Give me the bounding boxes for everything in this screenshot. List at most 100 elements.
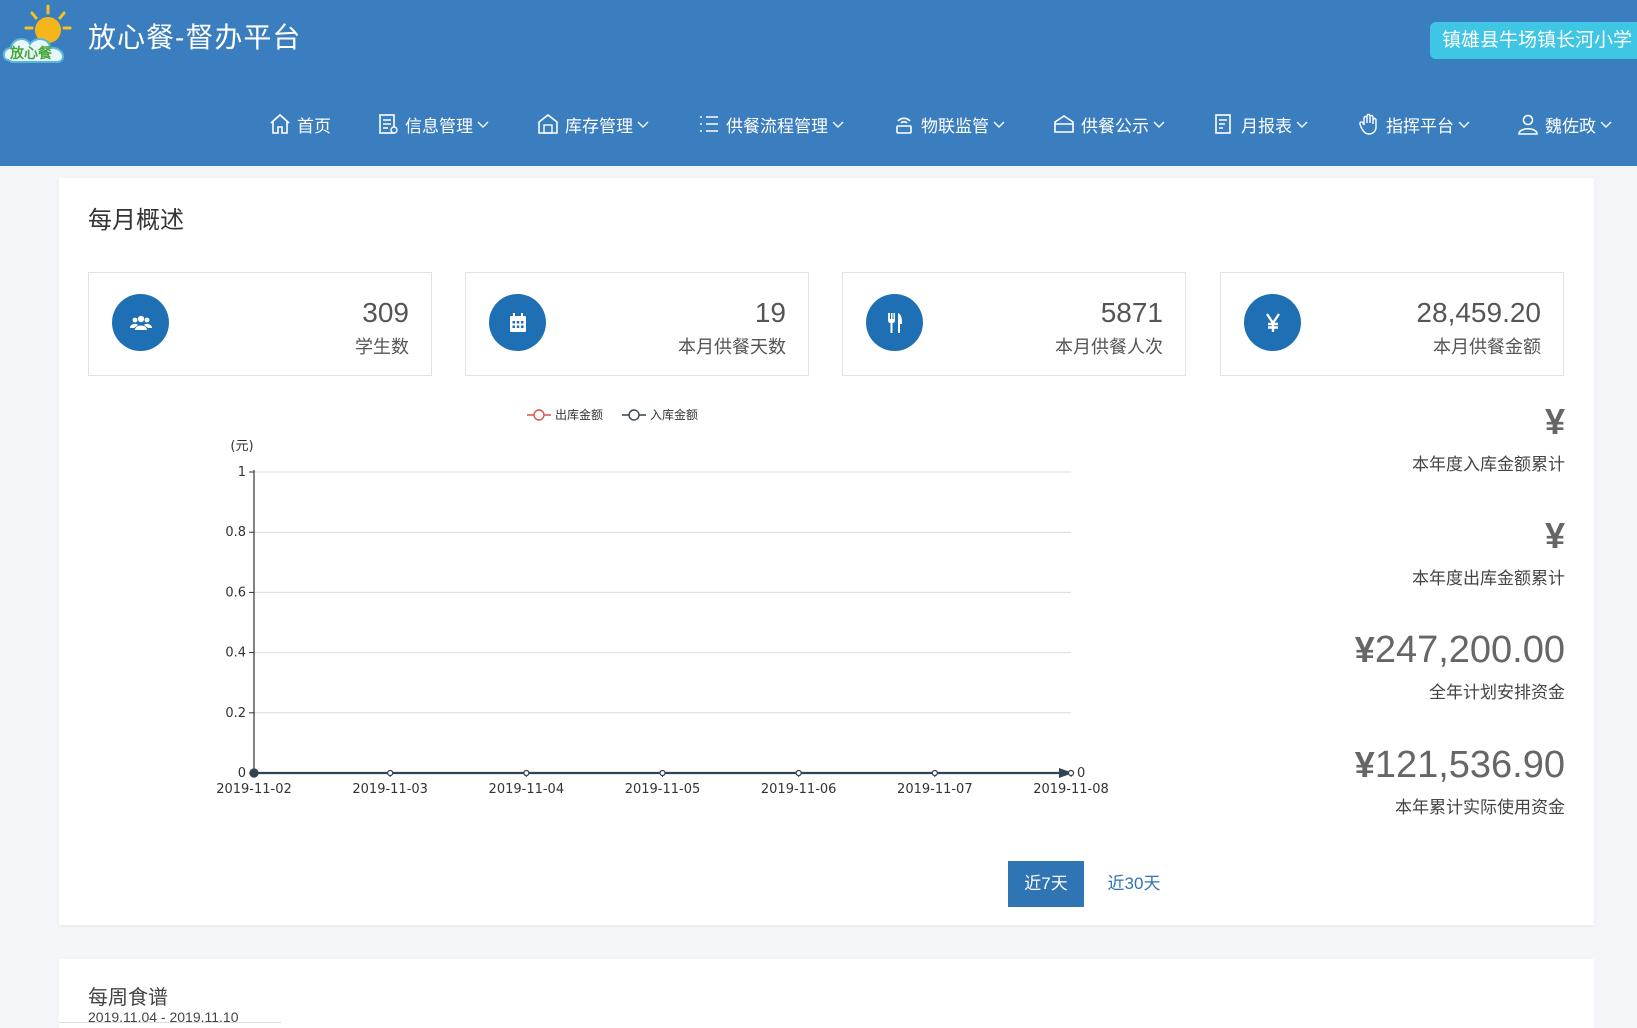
yen-icon: ¥ <box>1354 629 1375 670</box>
nav-label: 月报表 <box>1241 116 1292 136</box>
nav-item-meal-notice[interactable]: 供餐公示 <box>1052 108 1165 140</box>
yen-icon: ¥ <box>1354 744 1375 785</box>
logo-text: 放心餐 <box>9 45 53 62</box>
legend-label: 出库金额 <box>555 407 603 422</box>
users-icon <box>112 294 169 351</box>
nav-item-home[interactable]: 首页 <box>268 108 331 140</box>
nav-label: 库存管理 <box>565 116 633 136</box>
stat-value: 309 <box>362 297 409 328</box>
card-title: 每周食谱 <box>88 987 168 1009</box>
inventory-amount-line-chart: 出库金额 入库金额 (元) 0 0.2 0.4 0.6 0.8 1 2019-11-02 20… <box>216 407 1109 797</box>
chevron-down-icon <box>993 121 1005 128</box>
report-icon <box>1215 114 1231 134</box>
x-tick-label: 2019-11-08 <box>1033 782 1109 797</box>
range-7-days-button[interactable]: 近7天 <box>1008 861 1084 907</box>
nav-item-command-platform[interactable]: 指挥平台 <box>1357 108 1470 140</box>
x-tick-label: 2019-11-02 <box>216 782 292 797</box>
nav-label: 魏佐政 <box>1545 116 1596 136</box>
summary-label: 本年度入库金额累计 <box>1412 455 1565 474</box>
fork-knife-icon <box>866 294 923 351</box>
data-point <box>1067 769 1075 777</box>
yen-icon: ¥ <box>1544 515 1565 556</box>
calendar-icon <box>489 294 546 351</box>
y-tick-label: 0.2 <box>225 706 246 721</box>
summary-yearly-inbound: ¥ 本年度入库金额累计 <box>1412 400 1565 475</box>
app-title: 放心餐-督办平台 <box>88 22 302 53</box>
range-30-days-button[interactable]: 近30天 <box>1099 861 1169 907</box>
data-point <box>659 769 666 777</box>
notice-board-icon <box>1054 115 1074 133</box>
data-point <box>387 769 394 777</box>
data-point <box>249 768 259 778</box>
monthly-overview-card: 每月概述 309 学生数 19 本月供餐天数 5871 本月供餐人次 28,45… <box>59 178 1594 925</box>
legend-item-inbound[interactable]: 入库金额 <box>622 407 698 422</box>
hand-icon <box>1359 113 1377 135</box>
summary-amount: 121,536.90 <box>1374 744 1565 786</box>
top-header: 放心餐 放心餐-督办平台 镇雄县牛场镇长河小学 首页 信息管理 库存管理 供餐流… <box>0 0 1637 166</box>
summary-yearly-outbound: ¥ 本年度出库金额累计 <box>1412 514 1565 589</box>
y-tick-label: 0.6 <box>225 585 246 600</box>
nav-label: 信息管理 <box>405 116 473 136</box>
summary-label: 本年累计实际使用资金 <box>1395 798 1565 817</box>
card-title: 每月概述 <box>88 207 184 234</box>
nav-label: 指挥平台 <box>1386 116 1454 136</box>
stat-label: 本月供餐人次 <box>1055 337 1163 357</box>
document-list-icon <box>379 114 398 134</box>
chevron-down-icon <box>637 121 649 128</box>
chart-legend[interactable]: 出库金额 入库金额 <box>527 407 698 422</box>
x-tick-label: 2019-11-07 <box>897 782 973 797</box>
app-logo[interactable]: 放心餐 <box>2 4 76 74</box>
nav-item-inventory[interactable]: 库存管理 <box>536 108 649 140</box>
y-axis-unit: (元) <box>230 439 253 454</box>
y-tick-label: 0.8 <box>225 525 246 540</box>
nav-item-info-management[interactable]: 信息管理 <box>376 108 489 140</box>
nav-label: 供餐公示 <box>1081 116 1149 136</box>
chevron-down-icon <box>1296 121 1308 128</box>
stat-card-meal-days: 19 本月供餐天数 <box>465 272 809 376</box>
yen-icon: ¥ <box>1544 401 1565 442</box>
stat-label: 本月供餐天数 <box>678 337 786 357</box>
legend-label: 入库金额 <box>650 407 698 422</box>
summary-planned-funds: ¥247,200.00 全年计划安排资金 <box>1355 628 1565 703</box>
legend-item-outbound[interactable]: 出库金额 <box>527 407 603 422</box>
school-badge[interactable]: 镇雄县牛场镇长河小学 <box>1430 22 1637 59</box>
summary-actual-funds: ¥121,536.90 本年累计实际使用资金 <box>1355 743 1565 818</box>
chevron-down-icon <box>832 121 844 128</box>
data-point <box>523 769 530 777</box>
x-tick-label: 2019-11-04 <box>489 782 565 797</box>
x-tick-label: 2019-11-03 <box>352 782 428 797</box>
weekly-menu-card: 每周食谱 2019.11.04 - 2019.11.10 <box>59 959 1594 1028</box>
summary-label: 全年计划安排资金 <box>1429 683 1565 702</box>
y-tick-label: 0 <box>238 766 246 781</box>
stat-label: 本月供餐金额 <box>1433 337 1541 357</box>
stat-card-meal-amount: 28,459.20 本月供餐金额 <box>1220 272 1564 376</box>
nav-item-meal-process[interactable]: 供餐流程管理 <box>697 108 844 140</box>
stat-value: 19 <box>754 297 786 328</box>
stat-label: 学生数 <box>355 337 409 357</box>
nav-label: 物联监管 <box>921 116 989 136</box>
summary-label: 本年度出库金额累计 <box>1412 569 1565 588</box>
nav-item-user[interactable]: 魏佐政 <box>1516 108 1612 140</box>
nav-label: 供餐流程管理 <box>726 116 828 136</box>
chevron-down-icon <box>1600 121 1612 128</box>
stat-card-students: 309 学生数 <box>88 272 432 376</box>
summary-amount: 247,200.00 <box>1374 629 1565 671</box>
chevron-down-icon <box>1458 121 1470 128</box>
data-point <box>795 769 802 777</box>
y-tick-label: 1 <box>238 465 246 480</box>
chevron-down-icon <box>1153 121 1165 128</box>
checklist-icon <box>700 116 718 132</box>
iot-device-icon <box>896 117 912 134</box>
end-value-label: 0 <box>1077 766 1085 781</box>
nav-item-monthly-report[interactable]: 月报表 <box>1212 108 1308 140</box>
divider <box>59 1022 281 1023</box>
chevron-down-icon <box>477 121 489 128</box>
x-tick-label: 2019-11-06 <box>761 782 837 797</box>
y-tick-label: 0.4 <box>225 646 246 661</box>
stat-value: 28,459.20 <box>1416 297 1541 328</box>
user-icon <box>1518 114 1538 135</box>
warehouse-icon <box>538 113 558 134</box>
stat-card-meal-count: 5871 本月供餐人次 <box>842 272 1186 376</box>
stat-value: 5871 <box>1100 297 1163 328</box>
nav-item-iot-monitoring[interactable]: 物联监管 <box>892 108 1005 140</box>
